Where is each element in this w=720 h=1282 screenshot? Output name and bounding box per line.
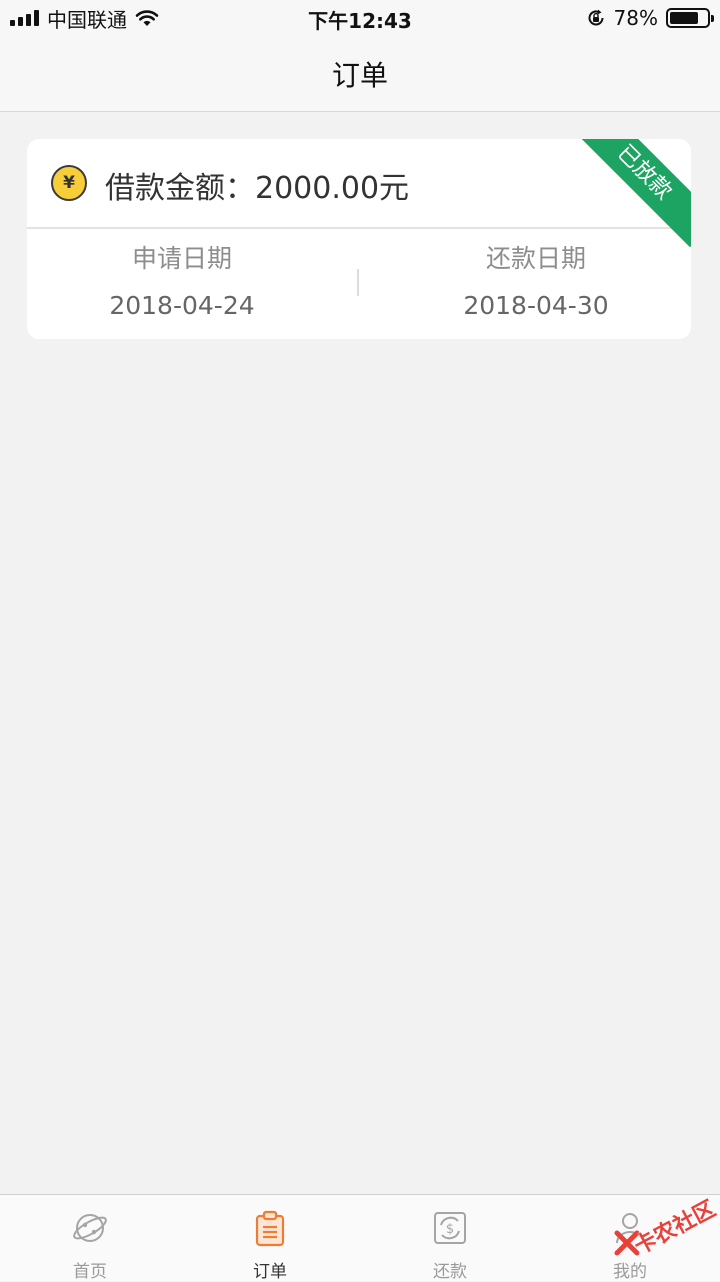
repay-date-column: 还款日期 2018-04-30: [381, 241, 691, 323]
tab-mine-label: 我的: [613, 1262, 647, 1282]
nav-bar: 订单: [0, 36, 720, 112]
page-title: 订单: [331, 59, 388, 92]
status-time: 下午12:43: [308, 9, 412, 33]
tab-home[interactable]: 首页: [0, 1195, 180, 1282]
apply-date-label: 申请日期: [131, 244, 232, 273]
battery-percent: 78%: [613, 6, 658, 30]
column-divider: [357, 269, 359, 296]
signal-icon: [10, 10, 39, 26]
order-card-header: ¥ 借款金额：2000.00元: [27, 139, 691, 229]
battery-icon: [666, 8, 714, 28]
tab-orders[interactable]: 订单: [180, 1195, 360, 1282]
yuan-coin-icon: ¥: [51, 165, 87, 201]
svg-text:$: $: [446, 1222, 454, 1237]
status-left: 中国联通: [10, 5, 159, 32]
watermark-text: 卡农社区: [630, 1196, 720, 1260]
clipboard-icon: [255, 1210, 285, 1247]
battery-level: [670, 12, 699, 24]
loan-amount: 借款金额：2000.00元: [105, 171, 410, 206]
status-right: 78%: [586, 5, 714, 31]
rotation-lock-icon: [588, 9, 604, 26]
tab-repay[interactable]: $ 还款: [360, 1195, 540, 1282]
apply-date-value: 2018-04-24: [109, 291, 255, 320]
planet-icon: [73, 1214, 107, 1242]
tab-home-label: 首页: [73, 1262, 107, 1282]
tab-repay-label: 还款: [433, 1262, 467, 1282]
carrier-name: 中国联通: [47, 7, 127, 32]
watermark: 卡农社区: [606, 1190, 720, 1260]
order-card[interactable]: ¥ 借款金额：2000.00元 已放款 申请日期 2018-04-24 还款日期…: [27, 139, 691, 339]
repay-date-label: 还款日期: [485, 244, 586, 273]
tab-orders-label: 订单: [253, 1262, 287, 1282]
repay-date-value: 2018-04-30: [463, 291, 609, 320]
apply-date-column: 申请日期 2018-04-24: [27, 241, 337, 323]
wifi-icon: [135, 10, 159, 26]
status-bar: 中国联通 下午12:43 78%: [0, 0, 720, 36]
dollar-refresh-icon: $: [434, 1212, 466, 1244]
